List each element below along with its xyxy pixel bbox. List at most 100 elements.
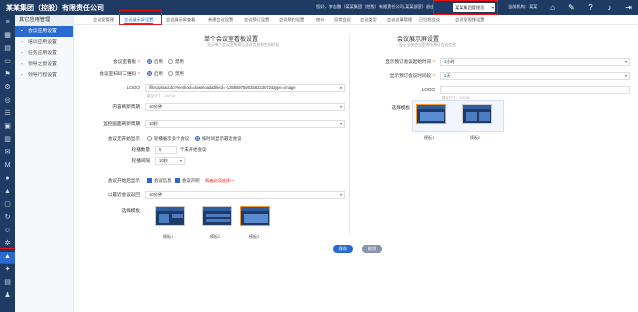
carousel-interval-label: 轮播间隔: [131, 158, 150, 163]
m-icon[interactable]: M: [3, 162, 12, 170]
meeting-none-nearest[interactable]: 按时间显示最近会议: [195, 136, 242, 142]
highlight-frame: [433, 0, 498, 15]
panel-divider: [349, 35, 350, 235]
carousel-count-label: 轮播数量: [131, 147, 150, 152]
table-icon[interactable]: ▥: [3, 136, 12, 144]
return-period-select[interactable]: 10分钟 ▾: [145, 191, 345, 199]
right-template-1-label: 模板1: [424, 135, 435, 140]
settings-icon[interactable]: ⚙: [3, 84, 12, 92]
left-panel-subtitle: 显示单个会议室所预订会议信息和空闲时段: [207, 43, 280, 47]
content-refresh-select[interactable]: 10分钟 ▾: [145, 103, 345, 111]
start-show-info-checkbox[interactable]: 会议信息: [147, 178, 172, 184]
flag-icon[interactable]: ⚑: [3, 71, 12, 79]
gear-icon[interactable]: ✲: [3, 240, 12, 248]
time-window-select[interactable]: 1小时 ▾: [440, 58, 630, 66]
chart-icon[interactable]: ▦: [3, 32, 12, 40]
brand-title: 某某集团（控股）有限责任公司: [6, 5, 104, 12]
tab-video[interactable]: 会议室视频设置: [455, 16, 484, 23]
right-panel-subtitle: 显示全部会议室的所预订会议信息: [399, 43, 456, 47]
mail-icon[interactable]: ✉: [3, 149, 12, 157]
save-button[interactable]: 保存: [333, 245, 353, 253]
right-template-label: 选择模板: [391, 105, 410, 110]
board-enable-on[interactable]: 启用: [147, 59, 163, 65]
template-2-thumbnail[interactable]: [202, 206, 232, 226]
cancel-button[interactable]: 取消: [362, 245, 382, 253]
right-logo-input[interactable]: [440, 86, 630, 94]
right-template-1-thumbnail[interactable]: [416, 104, 446, 124]
start-show-warning: 两者必须选择一: [205, 178, 235, 183]
sidebar-item-leader-schedule[interactable]: ▫ 领导行程设置: [15, 70, 73, 81]
person-icon[interactable]: ♟: [3, 292, 12, 300]
tab-abnormal[interactable]: 异常会议: [334, 16, 351, 23]
top-bar: 某某集团（控股）有限责任公司 您好，李志鹏（某某集团（控股）有限责任公司,某某部…: [0, 0, 638, 15]
lookahead-select[interactable]: 1天 ▾: [440, 72, 630, 80]
page-refresh-select[interactable]: 10秒 ▾: [145, 120, 345, 128]
qr-enable-on[interactable]: 启用: [147, 71, 163, 77]
folder-icon[interactable]: ▲: [3, 188, 12, 196]
monitor-icon[interactable]: ▭: [3, 58, 12, 66]
template-2-label: 模板2: [210, 234, 221, 239]
bell-icon[interactable]: ♪: [605, 3, 614, 12]
meeting-none-carousel[interactable]: 轮播展示多个会议: [147, 136, 189, 142]
tab-statistics[interactable]: 统计: [316, 16, 324, 23]
help-icon[interactable]: ?: [586, 3, 595, 12]
sidebar-item-meeting[interactable]: ▪ 会议应用设置: [15, 26, 73, 37]
grid-icon[interactable]: ▤: [3, 45, 12, 53]
menu-icon[interactable]: ≡: [3, 19, 12, 27]
template-1-label: 模板1: [163, 234, 174, 239]
window-icon: ▫: [21, 62, 23, 67]
sidebar-heading: 其它应用管理: [15, 15, 73, 26]
home-icon[interactable]: ⌂: [548, 3, 557, 12]
qr-enable-off[interactable]: 禁用: [168, 71, 184, 77]
template-3-label: 模板3: [249, 234, 260, 239]
page-refresh-label: 监控画面刷新周期: [103, 121, 140, 126]
sidebar-item-training[interactable]: ▫ 培训应用设置: [15, 37, 73, 48]
highlight-frame: [0, 248, 16, 264]
content-refresh-label: 内容刷新周期: [112, 104, 140, 109]
tab-reservation-settings[interactable]: 会议预约设置: [279, 16, 304, 23]
star-icon[interactable]: ✦: [3, 266, 12, 274]
meeting-icon: ▪: [21, 29, 23, 34]
tab-booking-settings[interactable]: 会议预订设置: [244, 16, 269, 23]
carousel-interval-select[interactable]: 10秒 ▾: [155, 157, 185, 165]
time-window-label: 显示预订会议起始时间 ?: [385, 59, 435, 64]
tab-join-settings[interactable]: 参建会议设置: [208, 16, 233, 23]
template-1-thumbnail[interactable]: [155, 206, 185, 226]
store-icon[interactable]: ▤: [3, 279, 12, 287]
carousel-count-input[interactable]: 5: [155, 146, 177, 154]
sidebar-item-task[interactable]: ▫ 任务应用设置: [15, 48, 73, 59]
board-enable-label: 会议室看板 ?: [113, 59, 140, 64]
logo-url-input[interactable]: /fileUpload.do?method=download&fileId=-1…: [145, 84, 345, 92]
training-icon: ▫: [21, 40, 23, 45]
meeting-none-label: 会议无开始显示: [107, 136, 140, 141]
sync-icon[interactable]: ↻: [3, 214, 12, 222]
wrench-icon[interactable]: ✎: [567, 3, 576, 12]
chat-icon[interactable]: ●: [3, 175, 12, 183]
right-template-2-thumbnail[interactable]: [462, 104, 492, 124]
logout-icon[interactable]: ⇥: [624, 3, 633, 12]
start-show-statement-checkbox[interactable]: 会议声明: [175, 178, 200, 184]
task-icon: ▫: [21, 51, 23, 56]
tab-archived[interactable]: 已归档会议: [419, 16, 440, 23]
board-enable-off[interactable]: 禁用: [168, 59, 184, 65]
doc-icon[interactable]: ▢: [3, 201, 12, 209]
right-template-2-label: 模板2: [470, 135, 481, 140]
tab-types[interactable]: 会议类型: [360, 16, 377, 23]
tab-display-view[interactable]: 会议展示屏查看: [166, 16, 195, 23]
template-3-thumbnail[interactable]: [240, 206, 270, 226]
start-show-label: 会议开始后显示: [107, 178, 140, 183]
tab-room-management[interactable]: 会议室管理: [93, 16, 114, 23]
calendar-icon[interactable]: ▣: [3, 123, 12, 131]
user-icon[interactable]: ☺: [3, 227, 12, 235]
tab-agenda[interactable]: 会议议事管理: [387, 16, 412, 23]
qr-label: 会议室扫码二维码 ?: [99, 71, 140, 76]
template-label: 选择模板: [121, 208, 140, 213]
carousel-count-unit: 个未开始会议: [180, 147, 207, 152]
highlight-frame: [119, 10, 162, 25]
target-icon[interactable]: ◎: [3, 97, 12, 105]
sidebar-item-leader-window[interactable]: ▫ 领导之窗设置: [15, 59, 73, 70]
list-icon[interactable]: ☰: [3, 110, 12, 118]
current-institution: 当前机构：某某: [508, 4, 538, 9]
user-greeting: 您好，李志鹏（某某集团（控股）有限责任公司,某某部室）退出: [316, 4, 435, 9]
right-logo-label: LOGO: [421, 87, 435, 92]
